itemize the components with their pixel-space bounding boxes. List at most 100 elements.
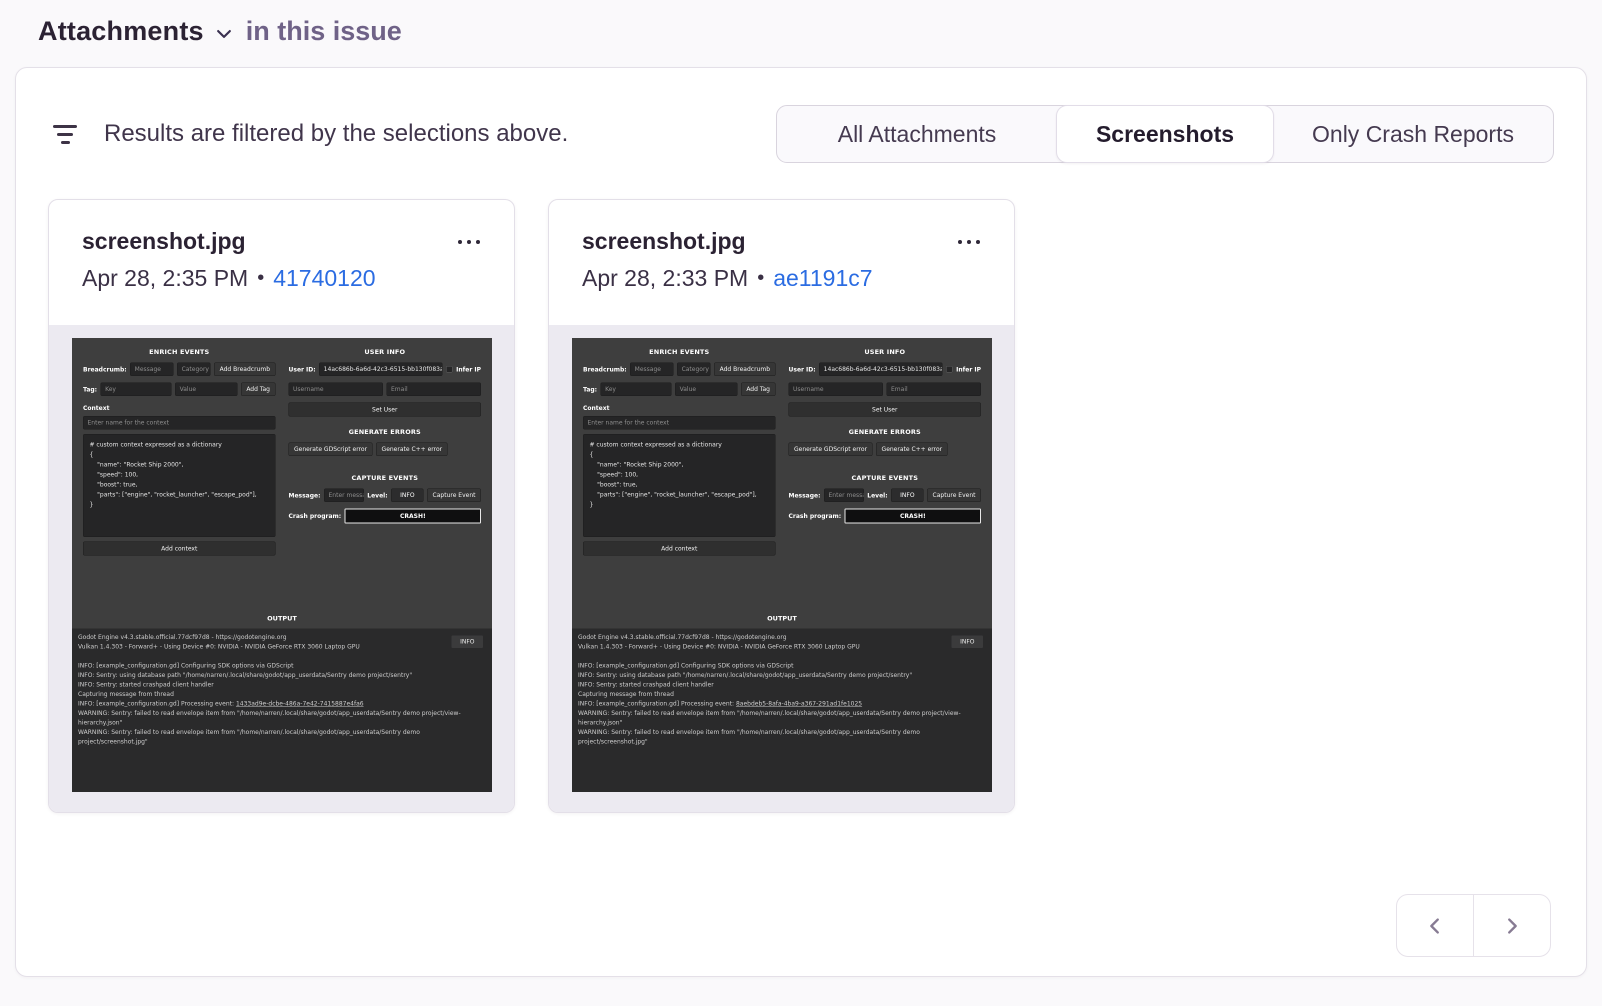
shot-email-input: Email — [887, 383, 982, 397]
shot-user-info-column: USER INFO User ID: 14ac686b-6a6d-42c3-65… — [789, 345, 982, 603]
page-subtitle: in this issue — [246, 16, 402, 47]
shot-enrich-events-column: ENRICH EVENTS Breadcrumb: Message Catego… — [583, 345, 776, 603]
shot-breadcrumb-category-input: Category — [677, 363, 711, 377]
shot-output-log: INFO Godot Engine v4.3.stable.official.7… — [572, 629, 992, 793]
previous-page-button[interactable] — [1396, 894, 1474, 957]
shot-add-tag-button: Add Tag — [741, 383, 776, 397]
shot-breadcrumb-label: Breadcrumb: — [583, 366, 627, 373]
shot-context-name-input: Enter name for the context — [583, 416, 776, 430]
filter-note-text: Results are filtered by the selections a… — [104, 120, 568, 148]
shot-enrich-events-column: ENRICH EVENTS Breadcrumb: Message Catego… — [83, 345, 276, 603]
shot-context-label: Context — [583, 405, 776, 412]
shot-user-info-header: USER INFO — [789, 345, 982, 363]
shot-capture-events-header: CAPTURE EVENTS — [289, 463, 482, 489]
page-title: Attachments — [38, 16, 204, 47]
shot-user-info-column: USER INFO User ID: 14ac686b-6a6d-42c3-65… — [289, 345, 482, 603]
chevron-down-icon — [214, 24, 234, 44]
next-page-button[interactable] — [1473, 894, 1551, 957]
shot-email-input: Email — [387, 383, 482, 397]
shot-user-id-label: User ID: — [289, 366, 316, 373]
shot-log-processing-event-line: INFO: [example_configuration.gd] Process… — [578, 699, 986, 709]
shot-log-info-filter-button: INFO — [452, 636, 483, 649]
shot-user-id-input: 14ac686b-6a6d-42c3-6515-bb130f083a59 — [819, 363, 942, 377]
event-id-link[interactable]: ae1191c7 — [773, 265, 872, 292]
ellipsis-icon — [958, 240, 980, 244]
shot-generate-gdscript-button: Generate GDScript error — [789, 443, 873, 457]
shot-infer-ip-label: Infer IP — [956, 366, 981, 373]
shot-level-select: INFO — [391, 489, 423, 503]
shot-user-id-input: 14ac686b-6a6d-42c3-6515-bb130f083a59 — [319, 363, 442, 377]
card-menu-button[interactable] — [952, 234, 986, 250]
shot-breadcrumb-category-input: Category — [177, 363, 211, 377]
filter-note: Results are filtered by the selections a… — [48, 120, 568, 148]
attachment-date: Apr 28, 2:35 PM — [82, 265, 248, 292]
shot-add-breadcrumb-button: Add Breadcrumb — [214, 363, 275, 377]
attachments-panel: Results are filtered by the selections a… — [15, 67, 1587, 977]
shot-level-label: Level: — [867, 492, 887, 499]
shot-breadcrumb-message-input: Message — [630, 363, 673, 377]
card-menu-button[interactable] — [452, 234, 486, 250]
shot-add-context-button: Add context — [83, 542, 276, 556]
shot-message-label: Message: — [289, 492, 321, 499]
shot-log-lines-bottom: WARNING: Sentry: failed to read envelope… — [578, 709, 986, 747]
shot-context-code-editor: # custom context expressed as a dictiona… — [83, 434, 276, 537]
shot-user-id-label: User ID: — [789, 366, 816, 373]
chevron-left-icon — [1424, 915, 1446, 937]
shot-add-context-button: Add context — [583, 542, 776, 556]
shot-context-code-editor: # custom context expressed as a dictiona… — [583, 434, 776, 537]
attachment-thumbnail[interactable]: ENRICH EVENTS Breadcrumb: Message Catego… — [549, 325, 1014, 812]
page-header: Attachments in this issue — [0, 0, 1602, 47]
shot-tag-key-input: Key — [101, 383, 172, 397]
shot-level-select: INFO — [891, 489, 923, 503]
shot-log-processing-event-line: INFO: [example_configuration.gd] Process… — [78, 699, 486, 709]
tab-screenshots[interactable]: Screenshots — [1056, 105, 1274, 163]
shot-infer-ip-label: Infer IP — [456, 366, 481, 373]
screenshot-thumbnail-image: ENRICH EVENTS Breadcrumb: Message Catego… — [72, 338, 492, 792]
shot-context-label: Context — [83, 405, 276, 412]
shot-enrich-events-header: ENRICH EVENTS — [583, 345, 776, 363]
shot-message-input: Enter message text — [824, 489, 864, 503]
shot-crash-label: Crash program: — [289, 513, 342, 520]
attachment-filename: screenshot.jpg — [82, 228, 484, 255]
shot-infer-ip-checkbox — [946, 366, 953, 373]
shot-set-user-button: Set User — [289, 403, 482, 417]
shot-generate-gdscript-button: Generate GDScript error — [289, 443, 373, 457]
shot-username-input: Username — [289, 383, 384, 397]
tab-all-attachments[interactable]: All Attachments — [777, 106, 1057, 162]
shot-output-header: OUTPUT — [572, 603, 992, 629]
shot-enrich-events-header: ENRICH EVENTS — [83, 345, 276, 363]
shot-crash-button: CRASH! — [345, 509, 481, 524]
shot-log-lines-bottom: WARNING: Sentry: failed to read envelope… — [78, 709, 486, 747]
shot-tag-value-input: Value — [675, 383, 737, 397]
shot-output-log: INFO Godot Engine v4.3.stable.official.7… — [72, 629, 492, 793]
shot-log-lines-top: Godot Engine v4.3.stable.official.77dcf9… — [578, 633, 986, 700]
shot-tag-value-input: Value — [175, 383, 237, 397]
attachments-dropdown[interactable]: Attachments — [38, 16, 234, 47]
attachment-thumbnail[interactable]: ENRICH EVENTS Breadcrumb: Message Catego… — [49, 325, 514, 812]
shot-generate-errors-header: GENERATE ERRORS — [789, 417, 982, 443]
filter-lines-icon — [52, 125, 78, 144]
shot-crash-button: CRASH! — [845, 509, 981, 524]
shot-level-label: Level: — [367, 492, 387, 499]
attachment-card: screenshot.jpg Apr 28, 2:33 PM • ae1191c… — [548, 199, 1015, 813]
attachment-meta: Apr 28, 2:33 PM • ae1191c7 — [582, 265, 984, 292]
shot-add-tag-button: Add Tag — [241, 383, 276, 397]
attachment-card: screenshot.jpg Apr 28, 2:35 PM • 4174012… — [48, 199, 515, 813]
shot-breadcrumb-message-input: Message — [130, 363, 173, 377]
attachment-filename: screenshot.jpg — [582, 228, 984, 255]
shot-capture-event-button: Capture Event — [427, 489, 481, 503]
shot-tag-label: Tag: — [83, 386, 97, 393]
shot-context-name-input: Enter name for the context — [83, 416, 276, 430]
chevron-right-icon — [1501, 915, 1523, 937]
shot-capture-events-header: CAPTURE EVENTS — [789, 463, 982, 489]
shot-infer-ip-checkbox — [446, 366, 453, 373]
tab-only-crash-reports[interactable]: Only Crash Reports — [1273, 106, 1553, 162]
ellipsis-icon — [458, 240, 480, 244]
event-id-link[interactable]: 41740120 — [273, 265, 375, 292]
shot-generate-errors-header: GENERATE ERRORS — [289, 417, 482, 443]
attachment-meta: Apr 28, 2:35 PM • 41740120 — [82, 265, 484, 292]
shot-capture-event-button: Capture Event — [927, 489, 981, 503]
shot-output-header: OUTPUT — [72, 603, 492, 629]
shot-log-event-id: 1433ad9e-dcbe-486a-7e42-7415887e4fa6 — [236, 700, 364, 707]
attachment-date: Apr 28, 2:33 PM — [582, 265, 748, 292]
